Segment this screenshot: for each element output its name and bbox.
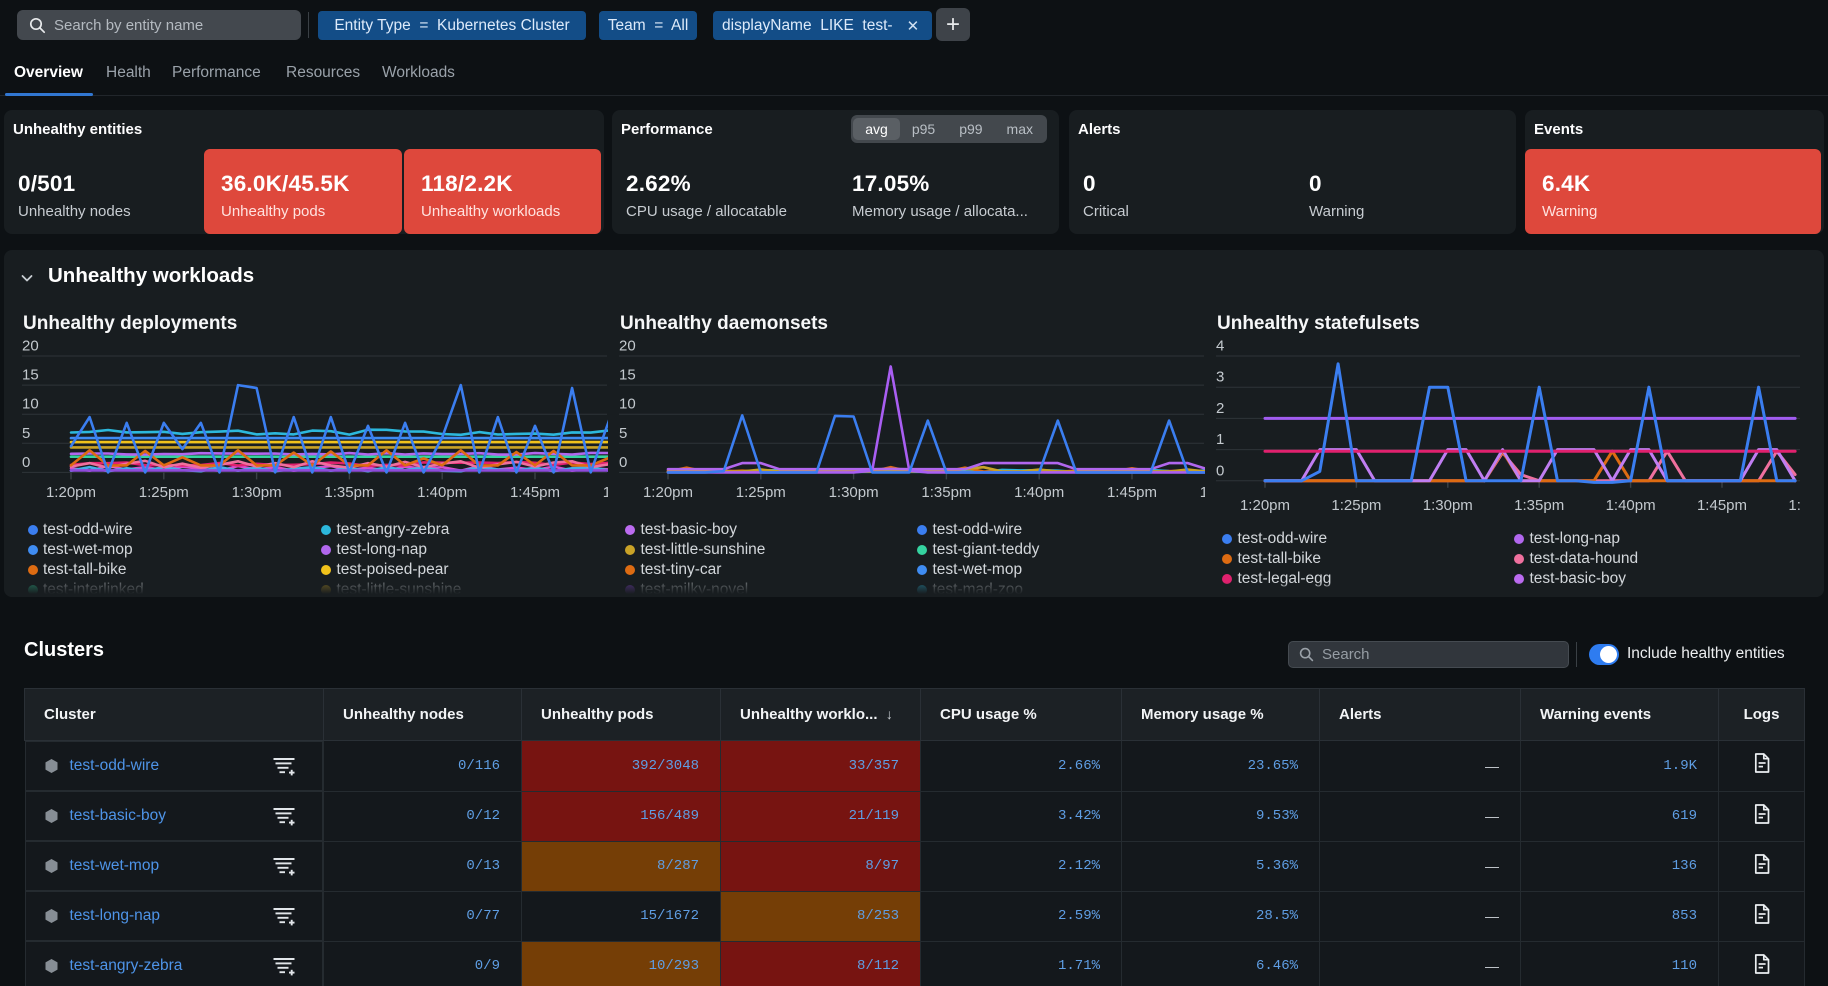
svg-text:1:20pm: 1:20pm xyxy=(46,484,96,501)
svg-text:1:25pm: 1:25pm xyxy=(139,484,189,501)
svg-text:1:45pm: 1:45pm xyxy=(1697,497,1747,514)
svg-text:1:40pm: 1:40pm xyxy=(1014,484,1064,501)
svg-text:1: 1 xyxy=(1216,431,1224,448)
svg-text:10: 10 xyxy=(22,396,39,413)
svg-text:20: 20 xyxy=(22,338,39,355)
svg-text:15: 15 xyxy=(619,367,636,384)
svg-text:1:20pm: 1:20pm xyxy=(1240,497,1290,514)
svg-text:2: 2 xyxy=(1216,400,1224,417)
svg-text:1:25pm: 1:25pm xyxy=(1331,497,1381,514)
svg-text:1:25pm: 1:25pm xyxy=(736,484,786,501)
svg-text:1:45pm: 1:45pm xyxy=(1107,484,1157,501)
svg-text:10: 10 xyxy=(619,396,636,413)
svg-text:1:45pm: 1:45pm xyxy=(510,484,560,501)
svg-text:20: 20 xyxy=(619,338,636,355)
svg-text:0: 0 xyxy=(22,454,30,471)
svg-text:0: 0 xyxy=(619,454,627,471)
svg-text:1:35pm: 1:35pm xyxy=(921,484,971,501)
svg-text:5: 5 xyxy=(619,425,627,442)
svg-text:5: 5 xyxy=(22,425,30,442)
svg-text:0: 0 xyxy=(1216,462,1224,479)
svg-text:1:35pm: 1:35pm xyxy=(324,484,374,501)
svg-text:1:20pm: 1:20pm xyxy=(643,484,693,501)
svg-text:1:40pm: 1:40pm xyxy=(1606,497,1656,514)
svg-text:1:30pm: 1:30pm xyxy=(232,484,282,501)
svg-text:1:40pm: 1:40pm xyxy=(417,484,467,501)
svg-text:1:30pm: 1:30pm xyxy=(829,484,879,501)
svg-text:1:30pm: 1:30pm xyxy=(1423,497,1473,514)
svg-text:15: 15 xyxy=(22,367,39,384)
svg-text:1:35pm: 1:35pm xyxy=(1514,497,1564,514)
svg-text:3: 3 xyxy=(1216,369,1224,386)
svg-text:1:50pm: 1:50pm xyxy=(1788,497,1820,514)
svg-text:4: 4 xyxy=(1216,338,1224,355)
